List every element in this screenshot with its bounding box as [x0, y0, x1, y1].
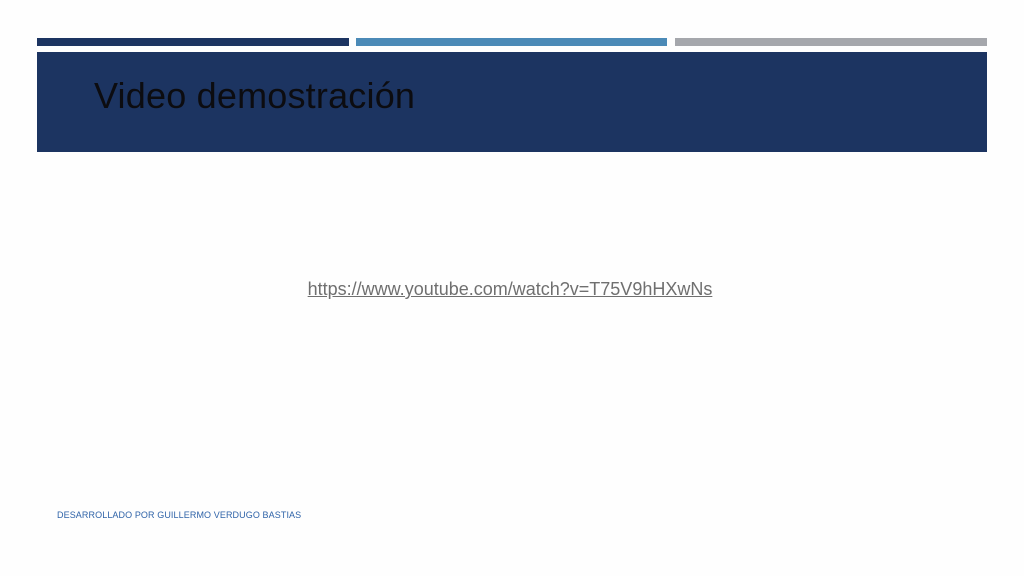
footer-credit: DESARROLLADO POR GUILLERMO VERDUGO BASTI… — [57, 510, 302, 520]
accent-bar-dark-blue — [37, 38, 349, 46]
accent-bar-gray — [675, 38, 987, 46]
video-link[interactable]: https://www.youtube.com/watch?v=T75V9hHX… — [0, 276, 1020, 302]
slide-title: Video demostración — [94, 75, 416, 116]
slide: Video demostración https://www.youtube.c… — [0, 0, 1024, 576]
accent-bar-mid-blue — [356, 38, 667, 46]
